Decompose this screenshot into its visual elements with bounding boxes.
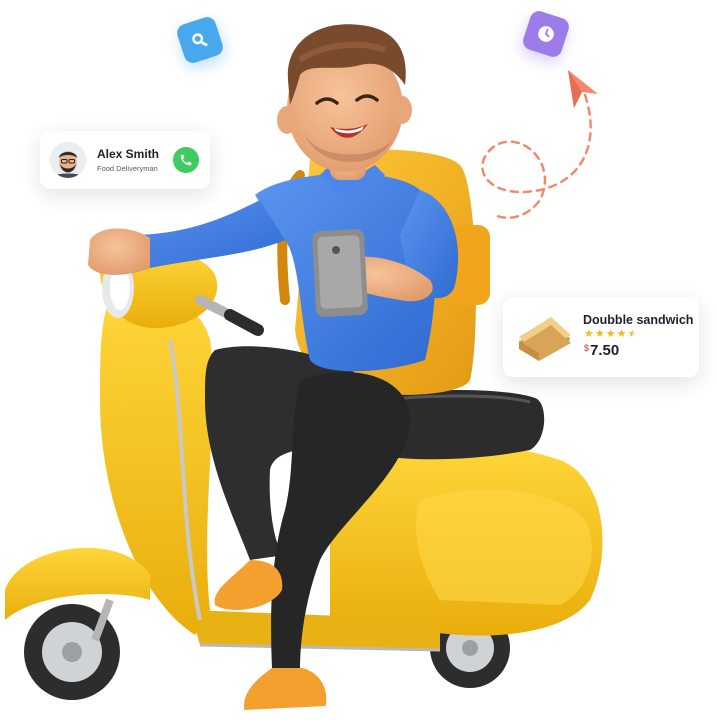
food-item-card[interactable]: Doubble sandwich ★ ★ ★ ★ ★ $7.50	[503, 297, 699, 377]
deliveryman-name: Alex Smith	[97, 147, 160, 161]
front-wheel	[5, 547, 150, 700]
food-item-price: $7.50	[584, 342, 619, 360]
phone-icon	[180, 154, 192, 166]
star-icon: ★	[584, 328, 594, 340]
star-icon: ★	[616, 328, 627, 340]
deliveryman-contact-card: Alex Smith Food Deliveryman	[40, 131, 210, 189]
price-amount: 7.50	[590, 342, 620, 359]
call-button[interactable]	[173, 147, 199, 173]
paper-plane-icon	[568, 70, 598, 108]
search-icon	[192, 33, 208, 47]
avatar	[50, 142, 86, 178]
star-icon: ★	[594, 328, 605, 340]
dashed-arrow-path	[481, 93, 592, 219]
star-half-icon: ★	[627, 328, 638, 340]
currency-symbol: $	[584, 343, 590, 353]
avatar-icon	[50, 142, 86, 178]
deliveryman-role: Food Deliveryman	[97, 164, 158, 173]
food-item-name: Doubble sandwich	[583, 313, 694, 327]
rating-stars: ★ ★ ★ ★ ★	[584, 329, 637, 340]
clock-icon	[538, 26, 554, 42]
sandwich-icon	[519, 317, 571, 361]
star-icon: ★	[605, 328, 616, 340]
